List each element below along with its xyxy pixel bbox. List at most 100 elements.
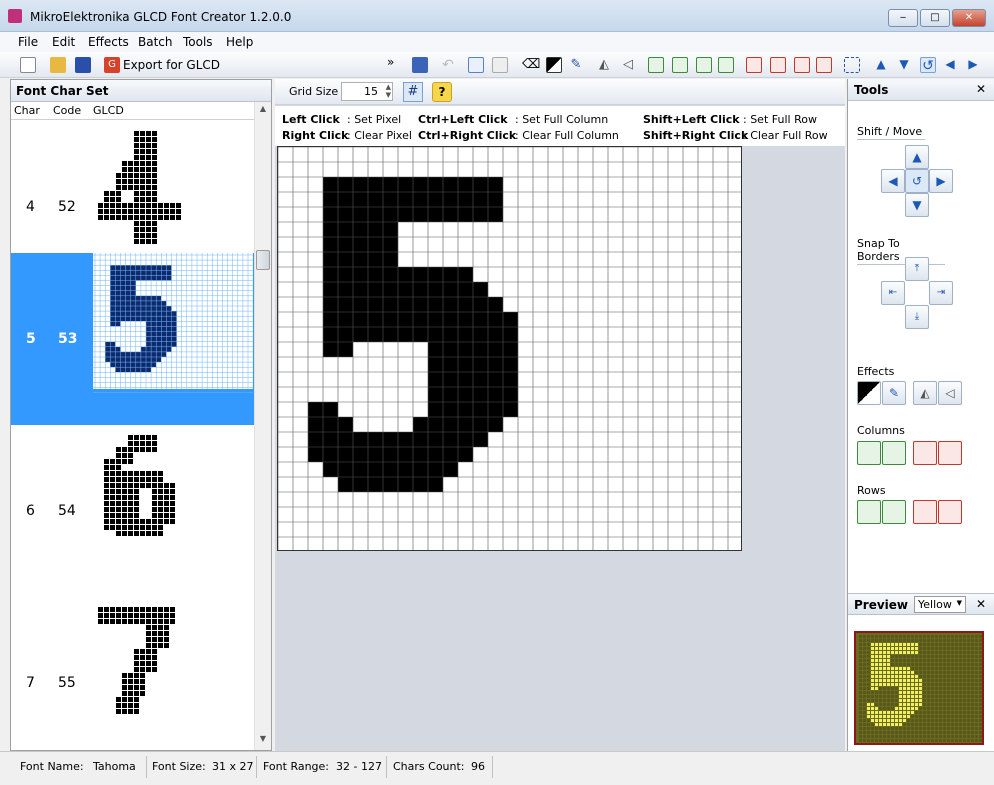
column-char[interactable]: Char: [14, 104, 40, 117]
pixel-on: [130, 367, 136, 373]
move-center-icon[interactable]: ↺: [905, 169, 929, 193]
save-icon[interactable]: [75, 57, 91, 73]
pixel-on: [151, 275, 157, 281]
remove-column-right-icon[interactable]: [938, 441, 962, 465]
add-column-left-icon[interactable]: [857, 441, 881, 465]
pixel-on: [146, 215, 151, 220]
menu-tools[interactable]: Tools: [183, 35, 213, 49]
dropdown-arrow-icon[interactable]: ▼: [957, 599, 962, 607]
spinner-arrows-icon[interactable]: ▲ ▼: [386, 83, 391, 99]
add-column-right-icon[interactable]: [882, 441, 906, 465]
scroll-thumb[interactable]: [256, 250, 270, 270]
invert-icon[interactable]: [546, 57, 562, 73]
move-down-icon[interactable]: ▼: [905, 193, 929, 217]
menu-edit[interactable]: Edit: [52, 35, 75, 49]
delete-row-bottom-icon[interactable]: [816, 57, 832, 73]
pixel-on: [122, 679, 127, 684]
pixel-on: [125, 275, 131, 281]
move-up-icon[interactable]: ▲: [905, 145, 929, 169]
pixel-on: [152, 525, 157, 530]
close-button[interactable]: ✕: [952, 9, 986, 27]
column-code[interactable]: Code: [53, 104, 81, 117]
char-row[interactable]: 7 55: [11, 597, 254, 750]
pixel-on: [903, 675, 906, 678]
copy-icon[interactable]: [468, 57, 484, 73]
pixel-on: [140, 161, 145, 166]
char-row-selected[interactable]: 5 53: [11, 253, 254, 425]
pixel-on: [911, 711, 914, 714]
delete-column-right-icon[interactable]: [770, 57, 786, 73]
shift-down-icon[interactable]: ▼: [896, 57, 912, 73]
grid-toggle-icon[interactable]: #: [403, 82, 423, 102]
menu-file[interactable]: File: [18, 35, 38, 49]
paste-icon[interactable]: [492, 57, 508, 73]
pixel-on: [919, 699, 922, 702]
delete-column-left-icon[interactable]: [746, 57, 762, 73]
export-glcd-icon[interactable]: G: [104, 57, 120, 73]
toolbar-overflow[interactable]: »: [387, 55, 394, 69]
tools-close-icon[interactable]: ✕: [976, 82, 986, 96]
flip-horizontal-icon[interactable]: ◭: [596, 57, 612, 73]
pixel-on: [368, 477, 383, 492]
maximize-button[interactable]: □: [920, 9, 950, 27]
pixel-on: [116, 185, 121, 190]
shift-left-icon[interactable]: ◀: [942, 57, 958, 73]
move-left-icon[interactable]: ◀: [881, 169, 905, 193]
remove-column-left-icon[interactable]: [913, 441, 937, 465]
move-right-icon[interactable]: ▶: [929, 169, 953, 193]
shift-right-icon[interactable]: ▶: [965, 57, 981, 73]
pixel-on: [458, 372, 473, 387]
shift-up-icon[interactable]: ▲: [873, 57, 889, 73]
pixel-on: [146, 306, 152, 312]
pixel-on: [875, 683, 878, 686]
eraser-icon[interactable]: ⌫: [522, 57, 540, 73]
menu-help[interactable]: Help: [226, 35, 253, 49]
snap-right-icon[interactable]: ⇥: [929, 281, 953, 305]
remove-row-top-icon[interactable]: [913, 500, 937, 524]
remove-row-bottom-icon[interactable]: [938, 500, 962, 524]
minimize-button[interactable]: ‒: [888, 9, 918, 27]
insert-row-bottom-icon[interactable]: [718, 57, 734, 73]
pixel-on: [134, 137, 139, 142]
flip-v-effect-icon[interactable]: ◁: [938, 381, 962, 405]
char-row[interactable]: 4 52: [11, 121, 254, 253]
preview-close-icon[interactable]: ✕: [976, 597, 986, 611]
scroll-up-icon[interactable]: ▲: [257, 104, 269, 116]
new-file-icon[interactable]: [20, 57, 36, 73]
invert-effect-icon[interactable]: [857, 381, 881, 405]
vertical-scrollbar[interactable]: ▲ ▼: [254, 102, 271, 750]
scroll-down-icon[interactable]: ▼: [257, 734, 269, 746]
flip-vertical-icon[interactable]: ◁: [620, 57, 636, 73]
copy-font-icon[interactable]: [412, 57, 428, 73]
brush-effect-icon[interactable]: ✎: [882, 381, 906, 405]
column-glcd[interactable]: GLCD: [93, 104, 124, 117]
insert-column-right-icon[interactable]: [672, 57, 688, 73]
pixel-on: [875, 675, 878, 678]
center-icon[interactable]: ↺: [920, 57, 936, 74]
grid-size-spinner[interactable]: 15 ▲ ▼: [341, 82, 393, 101]
preview-color-select[interactable]: Yellow ▼: [914, 596, 966, 613]
snap-top-icon[interactable]: ⤒: [905, 257, 929, 281]
undo-icon[interactable]: ↶: [440, 57, 456, 73]
char-row[interactable]: 6 54: [11, 425, 254, 597]
add-row-top-icon[interactable]: [857, 500, 881, 524]
delete-row-top-icon[interactable]: [794, 57, 810, 73]
pixel-on: [152, 649, 157, 654]
char-value: 6: [26, 503, 35, 519]
snap-left-icon[interactable]: ⇤: [881, 281, 905, 305]
menu-batch[interactable]: Batch: [138, 35, 173, 49]
add-row-bottom-icon[interactable]: [882, 500, 906, 524]
snap-all-icon[interactable]: [844, 57, 860, 73]
flip-h-effect-icon[interactable]: ◭: [913, 381, 937, 405]
help-icon[interactable]: ?: [432, 82, 452, 102]
pixel-on: [128, 685, 133, 690]
pixel-editor-grid[interactable]: [277, 146, 742, 551]
brush-icon[interactable]: ✎: [568, 57, 584, 73]
pixel-on: [130, 295, 136, 301]
insert-column-left-icon[interactable]: [648, 57, 664, 73]
snap-bottom-icon[interactable]: ⤓: [905, 305, 929, 329]
menu-effects[interactable]: Effects: [88, 35, 129, 49]
export-for-glcd-button[interactable]: Export for GLCD: [123, 58, 220, 72]
open-folder-icon[interactable]: [50, 57, 66, 73]
insert-row-top-icon[interactable]: [696, 57, 712, 73]
